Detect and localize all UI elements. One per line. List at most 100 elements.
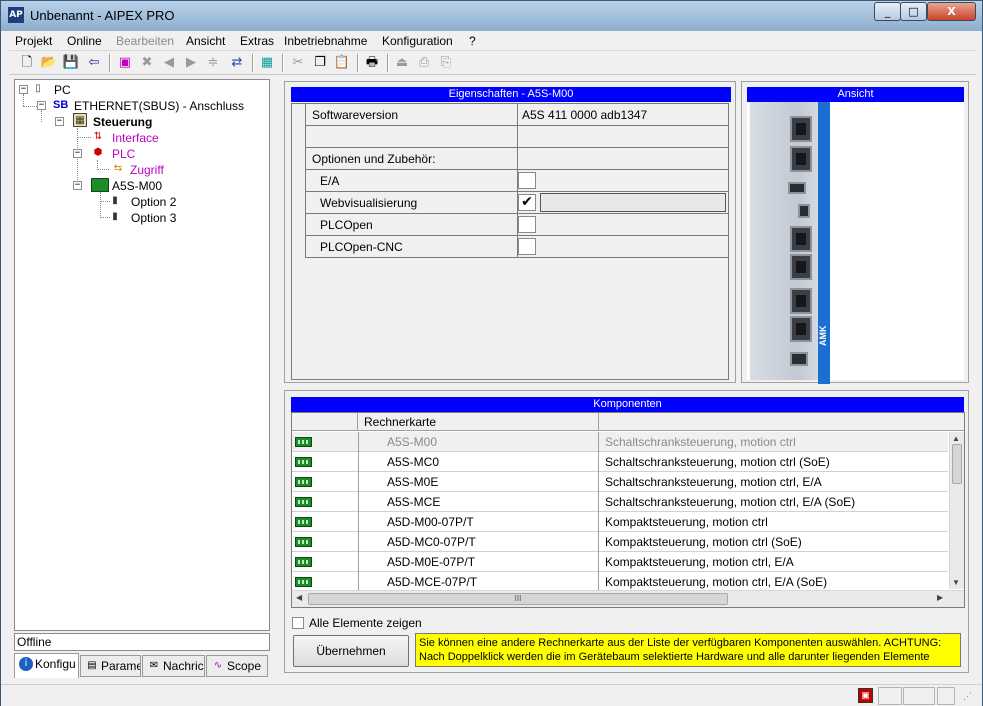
tab-parameter[interactable]: ▤ Parame	[80, 655, 141, 677]
paste-icon[interactable]: 📋	[333, 54, 351, 72]
menu-projekt[interactable]: Projekt	[15, 34, 52, 48]
print-icon[interactable]: 🖶	[363, 54, 381, 72]
device-save-icon[interactable]: ▣	[116, 54, 134, 72]
row-selector[interactable]	[292, 192, 306, 214]
minimize-button[interactable]: _	[874, 2, 901, 21]
status-field	[937, 687, 955, 705]
scroll-thumb[interactable]	[952, 444, 962, 484]
collapse-toggle-plc[interactable]: −	[73, 149, 82, 158]
save-icon[interactable]: 💾	[62, 54, 80, 72]
scroll-left-icon[interactable]: ◀	[296, 593, 302, 602]
tab-nachrichten[interactable]: ✉ Nachric	[142, 655, 205, 677]
print-setup-icon[interactable]: ⎙	[415, 54, 433, 72]
component-row[interactable]: A5S-M00 Schaltschranksteuerung, motion c…	[292, 432, 948, 452]
arrow-left-icon[interactable]: ◀	[160, 54, 178, 72]
collapse-toggle-ethernet[interactable]: −	[37, 101, 46, 110]
menu-bar: Projekt Online Bearbeiten Ansicht Extras…	[9, 31, 976, 51]
left-tabs: i Konfigu ▤ Parame ✉ Nachric ∿ Scope	[14, 653, 270, 678]
component-row[interactable]: A5D-M0E-07P/T Kompaktsteuerung, motion c…	[292, 552, 948, 572]
apply-button[interactable]: Übernehmen	[293, 635, 409, 667]
tree-node-zugriff[interactable]: Zugriff	[130, 163, 164, 177]
property-value: A5S 411 0000 adb1347	[522, 108, 648, 122]
calculator-icon[interactable]: ▦	[258, 54, 276, 72]
menu-bearbeiten[interactable]: Bearbeiten	[116, 34, 174, 48]
device-side-strip: AMK	[818, 102, 830, 384]
option-value-field[interactable]	[540, 193, 726, 212]
print-preview-icon[interactable]: ⎘	[437, 54, 455, 72]
title-bar[interactable]: AP Unbenannt - AIPEX PRO _ □ X	[1, 1, 982, 31]
vertical-scrollbar[interactable]: ▲ ▼	[949, 432, 964, 589]
component-row[interactable]: A5D-MCE-07P/T Kompaktsteuerung, motion c…	[292, 572, 948, 592]
toolbar: 🗋 📂 💾 ⇦ ▣ ✖ ◀ ▶ ≑ ⇄ ▦ ✂ ❐ 📋 🖶 ⏏ ⎙ ⎘	[9, 51, 976, 75]
row-selector[interactable]	[292, 104, 306, 126]
toolbar-separator	[109, 54, 111, 72]
menu-extras[interactable]: Extras	[240, 34, 274, 48]
component-row[interactable]: A5D-M00-07P/T Kompaktsteuerung, motion c…	[292, 512, 948, 532]
compare-icon[interactable]: ≑	[204, 54, 222, 72]
option-checkbox-plcopen-cnc[interactable]	[518, 238, 536, 255]
interface-icon: ⇅	[93, 131, 103, 142]
toolbar-separator	[357, 54, 359, 72]
scroll-down-icon[interactable]: ▼	[952, 578, 960, 587]
row-selector[interactable]	[292, 214, 306, 236]
upload-icon[interactable]: ⏏	[393, 54, 411, 72]
maximize-button[interactable]: □	[900, 2, 927, 21]
tab-konfiguration[interactable]: i Konfigu	[14, 653, 79, 678]
tree-node-option2[interactable]: Option 2	[131, 195, 176, 209]
app-window: AP Unbenannt - AIPEX PRO _ □ X Projekt O…	[0, 0, 983, 706]
card-icon	[295, 457, 312, 467]
row-selector[interactable]	[292, 126, 306, 148]
component-name: A5S-MCE	[358, 492, 598, 512]
transfer-icon[interactable]: ⇄	[228, 54, 246, 72]
tab-label: Nachric	[163, 659, 204, 673]
tree-node-steuerung[interactable]: Steuerung	[93, 115, 152, 129]
component-name: A5S-M00	[358, 432, 598, 452]
new-file-icon[interactable]: 🗋	[18, 54, 36, 72]
menu-konfiguration[interactable]: Konfiguration	[382, 34, 453, 48]
tree-node-interface[interactable]: Interface	[112, 131, 159, 145]
menu-online[interactable]: Online	[67, 34, 102, 48]
import-icon[interactable]: ⇦	[85, 54, 103, 72]
close-button[interactable]: X	[927, 2, 976, 21]
cut-icon[interactable]: ✂	[289, 54, 307, 72]
card-icon	[91, 178, 109, 192]
horizontal-scrollbar[interactable]: ◀ III ▶	[292, 590, 964, 607]
arrow-right-icon[interactable]: ▶	[182, 54, 200, 72]
show-all-checkbox[interactable]	[292, 617, 304, 629]
tab-scope[interactable]: ∿ Scope	[206, 655, 268, 677]
menu-inbetriebnahme[interactable]: Inbetriebnahme	[284, 34, 367, 48]
scroll-thumb[interactable]: III	[308, 593, 728, 605]
resize-grip-icon[interactable]: ⋰	[963, 691, 972, 702]
option-checkbox-plcopen[interactable]	[518, 216, 536, 233]
component-row[interactable]: A5D-MC0-07P/T Kompaktsteuerung, motion c…	[292, 532, 948, 552]
tree-node-ethernet[interactable]: ETHERNET(SBUS) - Anschluss	[74, 99, 244, 113]
component-description: Kompaktsteuerung, motion ctrl, E/A (SoE)	[598, 572, 948, 592]
tree-node-pc[interactable]: PC	[54, 83, 71, 97]
component-row[interactable]: A5S-M0E Schaltschranksteuerung, motion c…	[292, 472, 948, 492]
row-selector[interactable]	[292, 148, 306, 170]
collapse-toggle-steuerung[interactable]: −	[55, 117, 64, 126]
tree-node-option3[interactable]: Option 3	[131, 211, 176, 225]
row-selector[interactable]	[292, 236, 306, 258]
collapse-toggle-pc[interactable]: −	[19, 85, 28, 94]
column-rechnerkarte[interactable]: Rechnerkarte	[364, 415, 436, 429]
collapse-toggle-a5s[interactable]: −	[73, 181, 82, 190]
open-folder-icon[interactable]: 📂	[40, 54, 58, 72]
option-checkbox-webvisualisierung[interactable]: ✔	[518, 194, 536, 211]
card-icon	[295, 477, 312, 487]
row-selector[interactable]	[292, 170, 306, 192]
component-row[interactable]: A5S-MCE Schaltschranksteuerung, motion c…	[292, 492, 948, 512]
hint-text-line: Nach Doppelklick werden die im Gerätebau…	[419, 651, 930, 663]
menu-help[interactable]: ?	[469, 34, 476, 48]
option-checkbox-ea[interactable]	[518, 172, 536, 189]
tree-node-plc[interactable]: PLC	[112, 147, 135, 161]
menu-ansicht[interactable]: Ansicht	[186, 34, 225, 48]
tree-node-a5s[interactable]: A5S-M00	[112, 179, 162, 193]
scroll-up-icon[interactable]: ▲	[952, 434, 960, 443]
status-bar: ▣ ⋰	[1, 684, 982, 706]
component-row[interactable]: A5S-MC0 Schaltschranksteuerung, motion c…	[292, 452, 948, 472]
delete-icon[interactable]: ✖	[138, 54, 156, 72]
scroll-right-icon[interactable]: ▶	[937, 593, 943, 602]
tree-line	[23, 94, 24, 106]
copy-icon[interactable]: ❐	[311, 54, 329, 72]
